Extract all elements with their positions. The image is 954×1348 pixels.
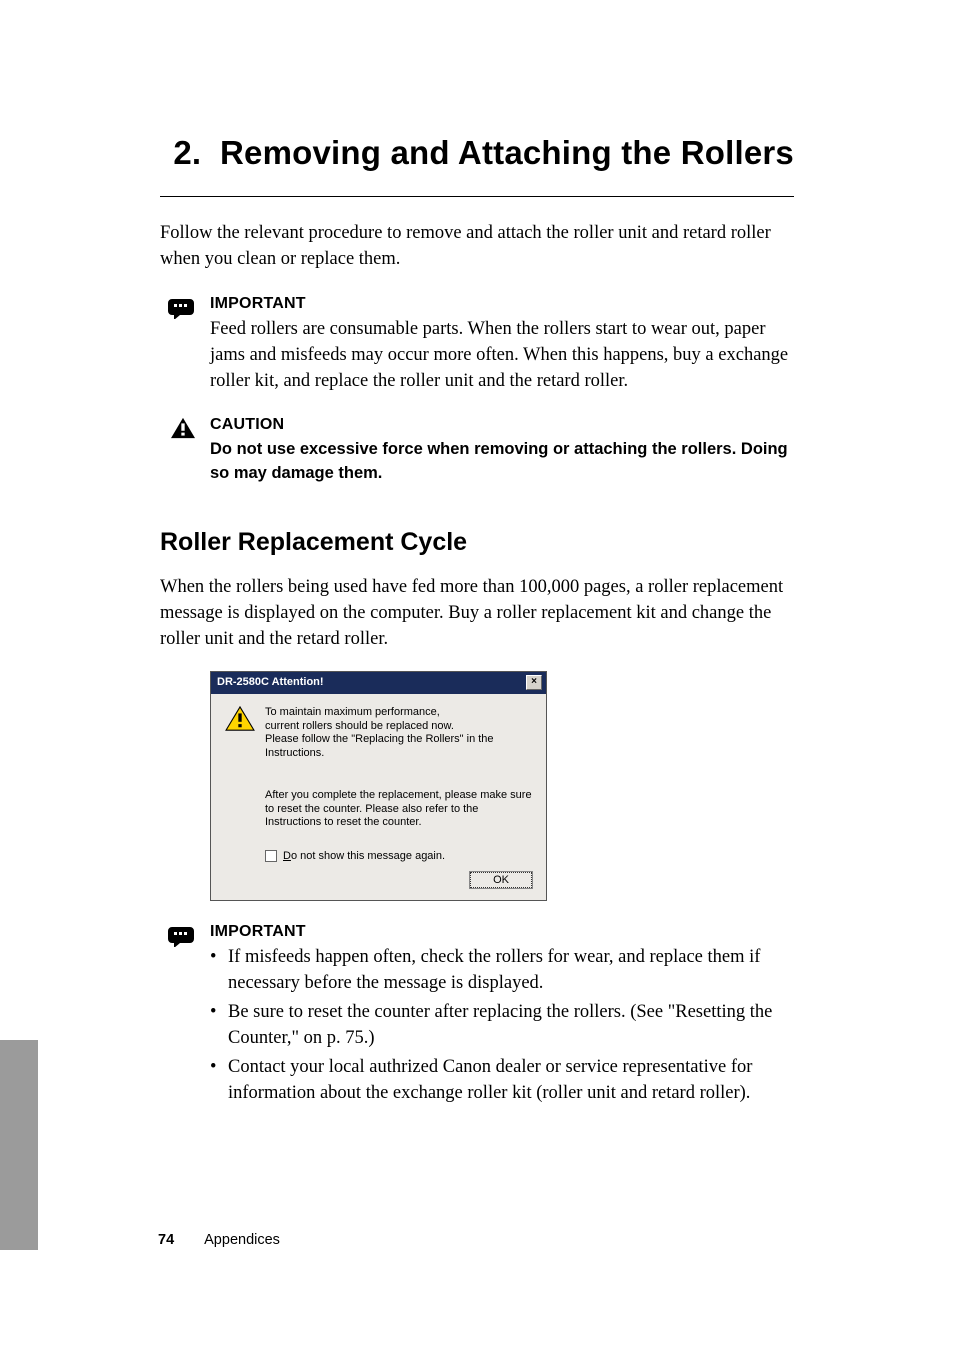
chapter-number: 2. <box>173 134 201 171</box>
chapter-title: 2. Removing and Attaching the Rollers <box>160 134 794 197</box>
checkbox-label-rest: o not show this message again. <box>291 850 445 862</box>
checkbox-label: Do not show this message again. <box>283 850 445 862</box>
close-button[interactable]: × <box>526 675 542 690</box>
dialog-message-1: To maintain maximum performance, current… <box>265 706 532 761</box>
checkbox-accesskey: D <box>283 850 291 862</box>
important-bullet-3: Contact your local authrized Canon deale… <box>210 1055 794 1107</box>
intro-paragraph: Follow the relevant procedure to remove … <box>160 221 794 273</box>
important-heading-1: IMPORTANT <box>210 295 794 313</box>
warning-icon <box>225 706 255 732</box>
important-block-1: IMPORTANT Feed rollers are consumable pa… <box>160 295 794 395</box>
chapter-title-text: Removing and Attaching the Rollers <box>220 134 794 171</box>
important-bullet-list: If misfeeds happen often, check the roll… <box>210 945 794 1106</box>
dialog-message-2: After you complete the replacement, plea… <box>265 789 532 830</box>
important-body-1: Feed rollers are consumable parts. When … <box>210 317 794 395</box>
ok-button[interactable]: OK <box>470 872 532 888</box>
caution-icon <box>168 416 198 440</box>
page-number: 74 <box>158 1232 174 1248</box>
checkbox-icon[interactable] <box>265 850 277 862</box>
dialog-titlebar: DR-2580C Attention! × <box>211 672 546 694</box>
page-footer: 74 Appendices <box>158 1232 280 1248</box>
important-heading-2: IMPORTANT <box>210 923 794 941</box>
dialog-title: DR-2580C Attention! <box>217 676 324 688</box>
important-icon <box>168 923 198 947</box>
dialog-msg-line2: current rollers should be replaced now. <box>265 720 454 732</box>
caution-heading: CAUTION <box>210 416 794 434</box>
attention-dialog: DR-2580C Attention! × To maintain maximu… <box>210 671 547 901</box>
section-body: When the rollers being used have fed mor… <box>160 575 794 653</box>
caution-body: Do not use excessive force when removing… <box>210 438 794 486</box>
dialog-checkbox-row[interactable]: Do not show this message again. <box>265 850 532 862</box>
side-tab <box>0 1040 38 1250</box>
important-icon <box>168 295 198 319</box>
dialog-msg-line3: Please follow the "Replacing the Rollers… <box>265 733 494 759</box>
important-bullet-2: Be sure to reset the counter after repla… <box>210 1000 794 1052</box>
footer-section-label: Appendices <box>204 1232 280 1248</box>
caution-block: CAUTION Do not use excessive force when … <box>160 416 794 486</box>
section-heading: Roller Replacement Cycle <box>160 528 794 557</box>
dialog-msg-line1: To maintain maximum performance, <box>265 706 440 718</box>
important-block-2: IMPORTANT If misfeeds happen often, chec… <box>160 923 794 1106</box>
important-bullet-1: If misfeeds happen often, check the roll… <box>210 945 794 997</box>
